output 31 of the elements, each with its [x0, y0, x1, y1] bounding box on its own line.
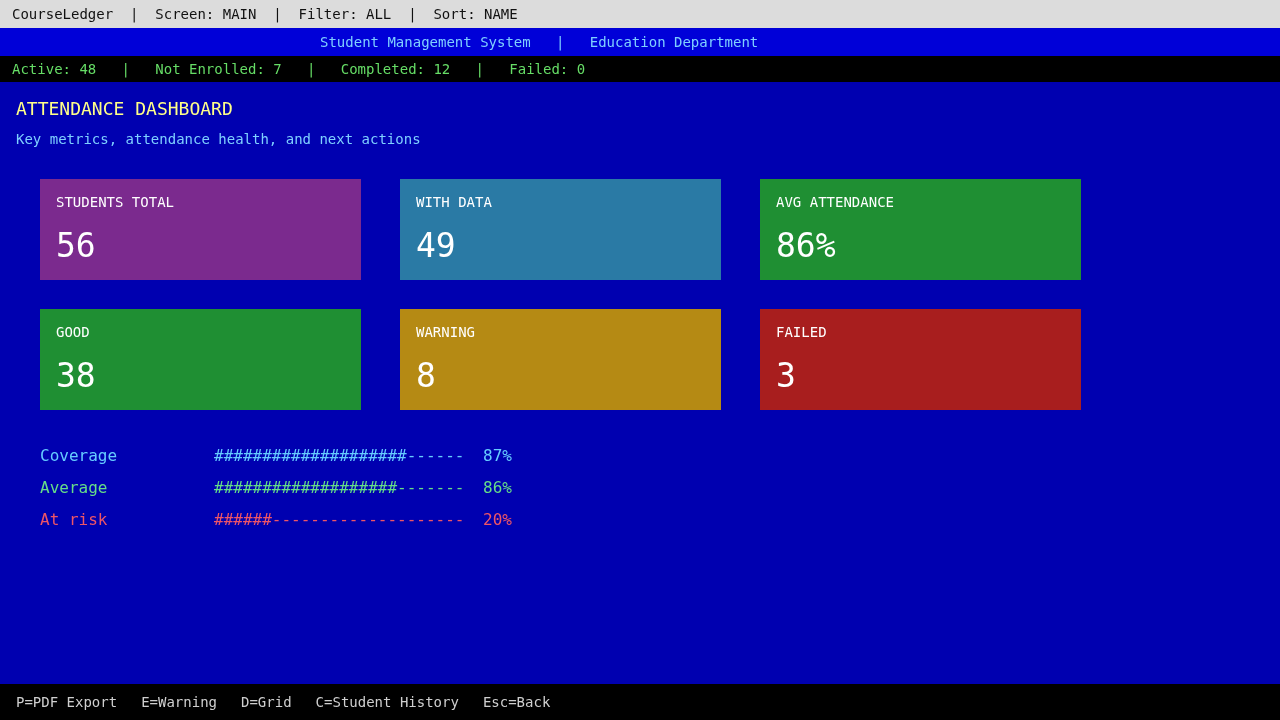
- top-bar: CourseLedger | Screen: MAIN | Filter: ALL | Sort: NAME: [0, 0, 1280, 28]
- stat-value: 56: [56, 226, 96, 265]
- shortcut-hint: E=Warning: [141, 694, 217, 710]
- shortcut-hint: D=Grid: [241, 694, 292, 710]
- status-bar: Active: 48 | Not Enrolled: 7 | Completed: 12 | Failed: 0: [0, 56, 1280, 82]
- shortcut-hint: C=Student History: [315, 694, 459, 710]
- metric-value: 87%: [483, 446, 512, 465]
- stat-label: FAILED: [776, 324, 827, 340]
- stat-label: WARNING: [416, 324, 475, 340]
- metric-value: 86%: [483, 478, 512, 497]
- stat-value: 86%: [776, 226, 836, 265]
- ascii-progress-text: ####################------: [214, 446, 465, 465]
- metric-label: Coverage: [40, 446, 118, 465]
- ascii-progress-text: ######--------------------: [214, 510, 465, 529]
- page-title: ATTENDANCE DASHBOARD: [16, 98, 234, 119]
- stat-label: GOOD: [56, 324, 90, 340]
- stat-value: 49: [416, 226, 456, 265]
- metric-label: Average: [40, 478, 108, 497]
- stat-label: AVG ATTENDANCE: [776, 194, 894, 210]
- stat-value: 38: [56, 356, 96, 395]
- stat-value: 8: [416, 356, 436, 395]
- stat-label: WITH DATA: [416, 194, 492, 210]
- stat-value: 3: [776, 356, 796, 395]
- shortcut-hint: P=PDF Export: [16, 694, 118, 710]
- metric-value: 20%: [483, 510, 512, 529]
- shortcut-hint: Esc=Back: [482, 694, 551, 710]
- metric-label: At risk: [40, 510, 108, 529]
- ascii-progress-text: ###################-------: [214, 478, 465, 497]
- stat-label: STUDENTS TOTAL: [56, 194, 174, 210]
- banner: Student Management System | Education Department: [0, 28, 1280, 56]
- page-subtitle: Key metrics, attendance health, and next actions: [16, 131, 422, 147]
